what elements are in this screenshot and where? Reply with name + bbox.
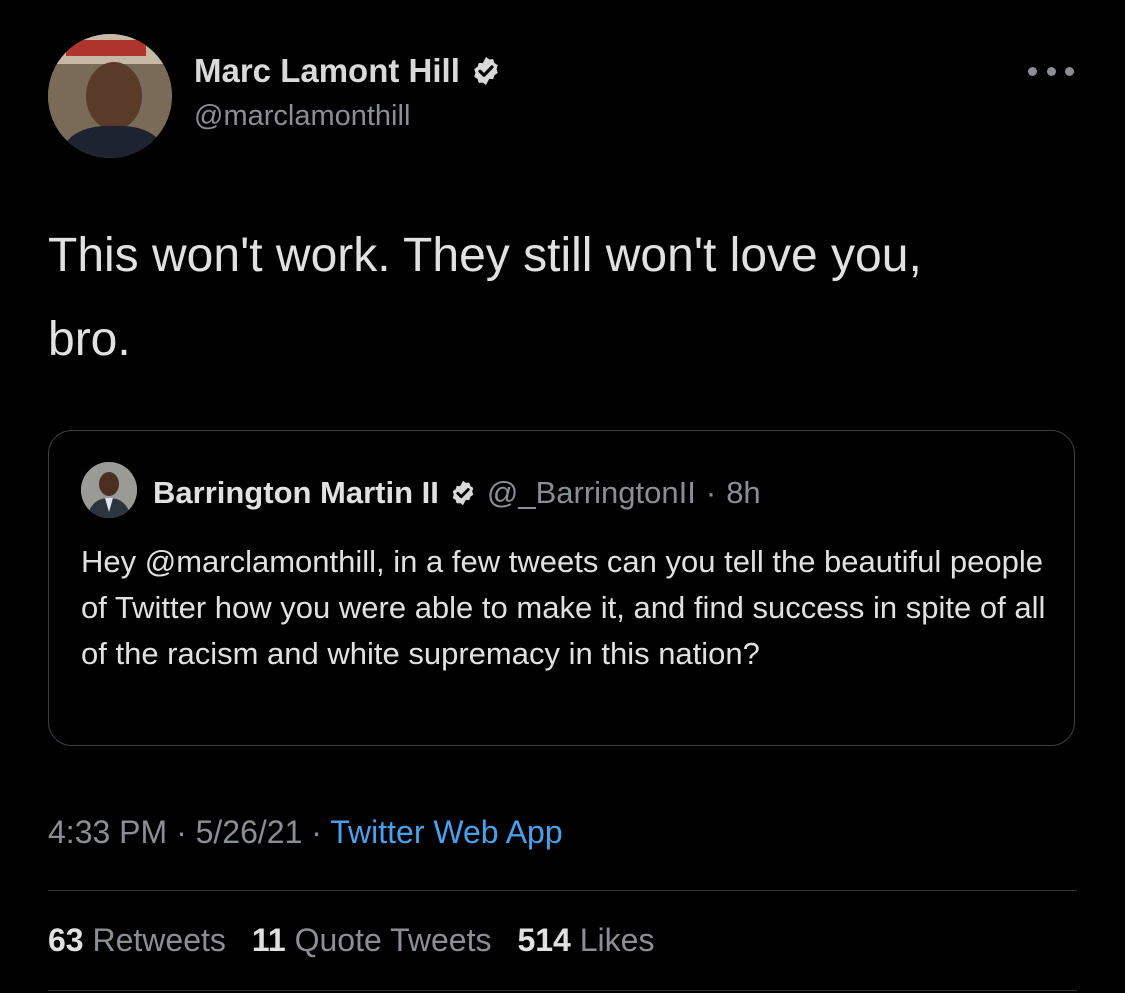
author-handle[interactable]: @marclamonthill	[194, 100, 410, 133]
author-avatar[interactable]	[48, 34, 172, 158]
tweet-source-link[interactable]: Twitter Web App	[330, 814, 562, 850]
divider	[48, 990, 1077, 991]
quoted-header: Barrington Martin II @_BarringtonII · 8h	[153, 475, 761, 511]
quoted-author-avatar	[81, 462, 137, 518]
meta-separator: ·	[311, 814, 322, 850]
quoted-author-handle: @_BarringtonII	[486, 475, 696, 510]
tweet-text-line-2: bro.	[48, 313, 131, 366]
tweet-text: This won't work. They still won't love y…	[48, 214, 1088, 382]
likes-label: Likes	[579, 922, 655, 958]
tweet-metadata: 4:33 PM · 5/26/21 · Twitter Web App	[48, 814, 563, 851]
author-display-name[interactable]: Marc Lamont Hill	[194, 52, 502, 90]
retweets-label: Retweets	[92, 922, 226, 958]
quoted-age: 8h	[726, 475, 761, 510]
quote-tweets-count: 11	[251, 922, 286, 958]
likes-count: 514	[517, 922, 571, 958]
tweet-time[interactable]: 4:33 PM	[48, 814, 167, 850]
quoted-tweet-text: Hey @marclamonthill, in a few tweets can…	[81, 544, 1046, 671]
meta-separator: ·	[176, 814, 187, 850]
verified-badge-icon	[449, 479, 477, 507]
likes-stat[interactable]: 514 Likes	[517, 922, 654, 959]
more-options-icon[interactable]	[1028, 60, 1074, 82]
quote-tweets-label: Quote Tweets	[294, 922, 492, 958]
retweets-count: 63	[48, 922, 84, 958]
quoted-author-name: Barrington Martin II	[153, 475, 439, 510]
tweet-stats: 63 Retweets 11 Quote Tweets 514 Likes	[48, 922, 654, 959]
quoted-separator: ·	[705, 475, 717, 510]
tweet-date[interactable]: 5/26/21	[196, 814, 303, 850]
quoted-tweet-card[interactable]: Barrington Martin II @_BarringtonII · 8h…	[48, 430, 1075, 746]
divider	[48, 890, 1077, 891]
quote-tweets-stat[interactable]: 11 Quote Tweets	[252, 922, 492, 959]
author-name-text: Marc Lamont Hill	[194, 52, 460, 89]
verified-badge-icon	[470, 55, 502, 87]
retweets-stat[interactable]: 63 Retweets	[48, 922, 226, 959]
tweet-text-line-1: This won't work. They still won't love y…	[48, 229, 922, 282]
